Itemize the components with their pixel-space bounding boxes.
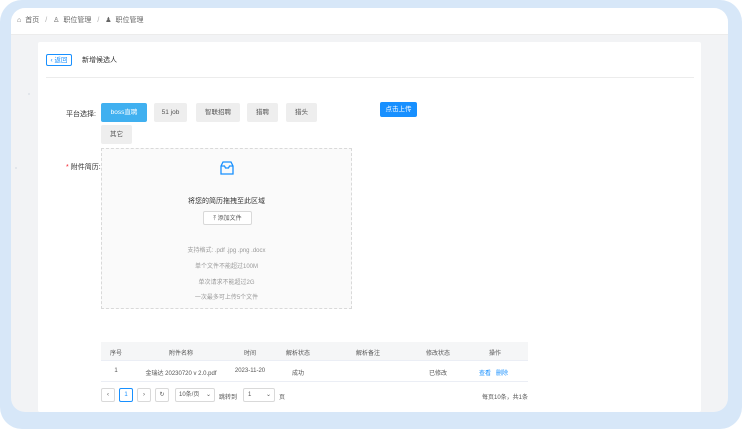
breadcrumb-home[interactable]: 首页 <box>25 17 39 24</box>
pagination: ‹ 1 › ↻ 10条/页 ⌄ 跳转到 1 ⌄ 页 每页10条，共1条 <box>101 388 528 404</box>
add-file-button[interactable]: ⤒ 添加文件 <box>203 211 252 225</box>
top-bar: ⌂ 首页 / ♙ 职位管理 / ♟ 职位管理 <box>11 8 728 35</box>
chevron-left-icon: ‹ <box>107 392 109 398</box>
col-time: 时间 <box>243 351 257 357</box>
view-link[interactable]: 查看 <box>479 368 491 377</box>
page-title: 新增候选人 <box>82 57 117 64</box>
cell-parse-status: 成功 <box>291 371 305 377</box>
cell-time: 2023-11-20 <box>234 368 266 374</box>
platform-label: 平台选择: <box>66 111 96 118</box>
col-parse-note: 解析备注 <box>355 351 381 357</box>
breadcrumb: ⌂ 首页 / ♙ 职位管理 / ♟ 职位管理 <box>17 15 148 25</box>
cell-index: 1 <box>114 368 118 374</box>
platform-option-liepin[interactable]: 猎聘 <box>247 103 278 122</box>
page-unit: 页 <box>279 395 286 401</box>
breadcrumb-separator: / <box>45 17 48 24</box>
page-number-current[interactable]: 1 <box>119 388 133 402</box>
col-name: 附件名称 <box>168 351 194 357</box>
prev-page-button[interactable]: ‹ <box>101 388 115 402</box>
required-mark: * <box>66 164 69 171</box>
table-header: 序号 附件名称 时间 解析状态 解析备注 修改状态 操作 <box>101 342 528 361</box>
cell-edit-status: 已修改 <box>428 371 448 377</box>
table-row: 1 金瑞达 20230720 v 2.0.pdf 2023-11-20 成功 已… <box>101 361 528 382</box>
col-index: 序号 <box>109 351 123 357</box>
col-parse-status: 解析状态 <box>285 351 311 357</box>
cell-name: 金瑞达 20230720 v 2.0.pdf <box>145 371 217 377</box>
file-dropzone[interactable]: 将您的简历拖拽至此区域 ⤒ 添加文件 支持格式: .pdf .jpg .png … <box>101 148 352 309</box>
page-size-select[interactable]: 10条/页 ⌄ <box>175 388 215 402</box>
app-window: ⌂ 首页 / ♙ 职位管理 / ♟ 职位管理 ‹ 返回 新增候选人 平台选择: bos… <box>11 8 728 412</box>
tip-max-files: 一次最多可上传5个文件 <box>194 295 259 301</box>
platform-option-headhunter[interactable]: 猎头 <box>286 103 317 122</box>
chevron-down-icon: ⌄ <box>205 392 211 398</box>
divider <box>46 77 694 78</box>
col-actions: 操作 <box>488 351 502 357</box>
folder-icon <box>220 161 234 175</box>
chevron-down-icon: ⌄ <box>265 392 271 398</box>
back-button[interactable]: ‹ 返回 <box>46 54 72 66</box>
pagination-summary: 每页10条，共1条 <box>481 395 528 401</box>
attachment-label: * 附件简历: <box>66 164 101 171</box>
chevron-right-icon: › <box>143 392 145 398</box>
breadcrumb-current: 职位管理 <box>115 17 144 24</box>
user-icon: ♟ <box>105 17 112 24</box>
user-icon: ♙ <box>53 17 60 24</box>
tip-request-limit: 单次请求不能超过2G <box>198 280 255 286</box>
delete-link[interactable]: 删除 <box>496 368 508 377</box>
next-page-button[interactable]: › <box>137 388 151 402</box>
tip-formats: 支持格式: .pdf .jpg .png .docx <box>187 248 266 254</box>
device-frame: ⌂ 首页 / ♙ 职位管理 / ♟ 职位管理 ‹ 返回 新增候选人 平台选择: bos… <box>0 0 742 429</box>
refresh-button[interactable]: ↻ <box>155 388 169 402</box>
background-dot <box>15 167 17 169</box>
dropzone-title: 将您的简历拖拽至此区域 <box>188 198 265 205</box>
tip-single-limit: 单个文件不能超过100M <box>194 264 258 270</box>
jump-page-select[interactable]: 1 ⌄ <box>243 388 275 402</box>
col-edit-status: 修改状态 <box>425 351 451 357</box>
breadcrumb-position-mgmt[interactable]: 职位管理 <box>63 17 91 24</box>
background-dot <box>28 93 30 95</box>
home-icon: ⌂ <box>17 17 22 24</box>
platform-option-other[interactable]: 其它 <box>101 125 132 144</box>
refresh-icon: ↻ <box>159 392 165 398</box>
platform-option-zhilian[interactable]: 智联招聘 <box>196 103 240 122</box>
platform-option-51job[interactable]: 51 job <box>154 103 187 122</box>
breadcrumb-separator: / <box>97 17 100 24</box>
jump-label: 跳转到 <box>219 395 238 401</box>
click-upload-button[interactable]: 点击上传 <box>380 102 417 117</box>
platform-option-boss[interactable]: boss直聘 <box>101 103 147 122</box>
content-card: ‹ 返回 新增候选人 平台选择: boss直聘 51 job 智联招聘 猎聘 猎… <box>38 42 701 412</box>
